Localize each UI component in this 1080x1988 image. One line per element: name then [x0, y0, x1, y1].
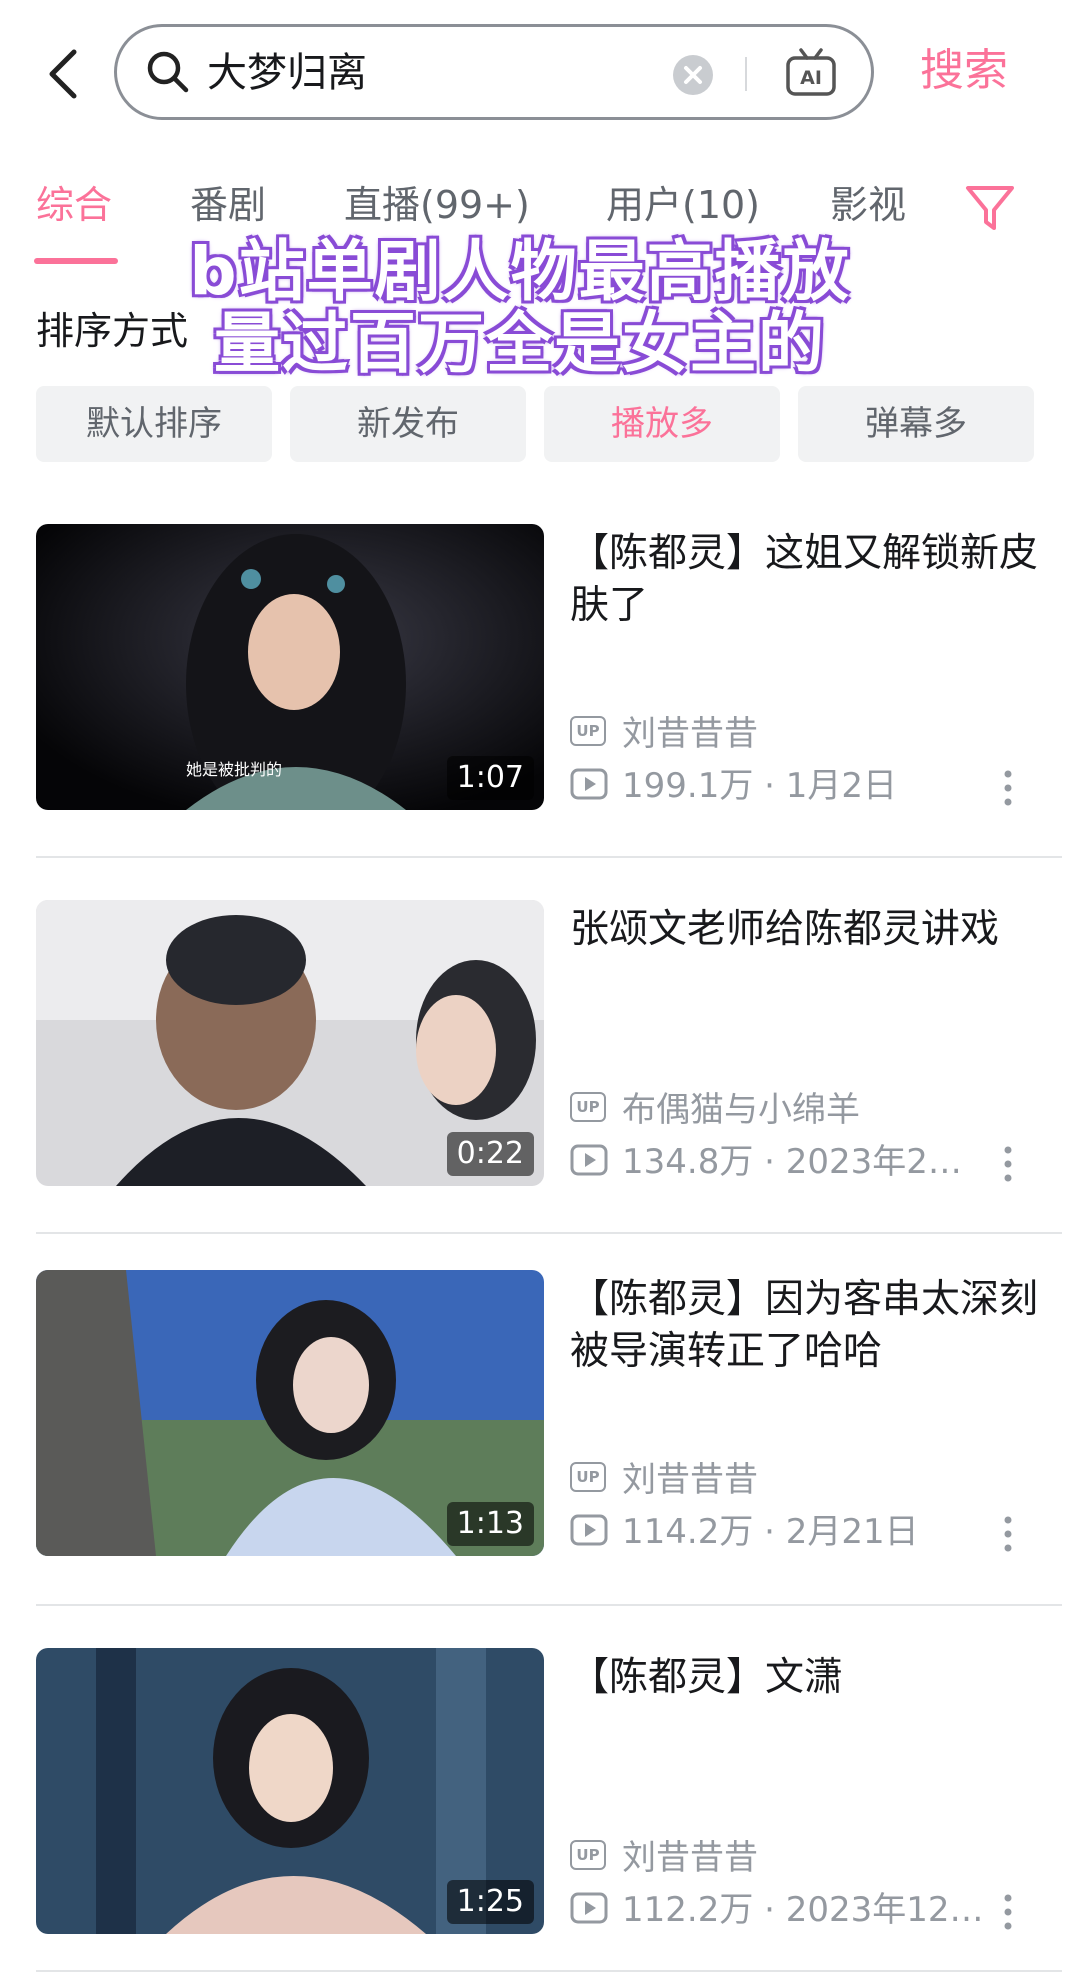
divider [745, 57, 747, 91]
sort-default-button[interactable]: 默认排序 [36, 386, 272, 462]
up-badge-icon: UP [570, 1092, 606, 1122]
back-button[interactable] [40, 46, 88, 102]
more-options-icon[interactable] [1004, 1144, 1012, 1184]
video-thumbnail[interactable]: 1:25 [36, 1648, 544, 1934]
play-count-icon [570, 1892, 608, 1924]
uploader-name[interactable]: 布偶猫与小绵羊 [622, 1088, 860, 1132]
more-options-icon[interactable] [1004, 768, 1012, 808]
clear-button[interactable] [673, 55, 713, 95]
view-count-date: 114.2万 · 2月21日 [622, 1512, 919, 1552]
video-title[interactable]: 张颂文老师给陈都灵讲戏 [570, 904, 1040, 956]
tab-users[interactable]: 用户(10) [606, 180, 760, 230]
view-count-date: 112.2万 · 2023年12… [622, 1890, 984, 1930]
video-card[interactable]: 0:22 张颂文老师给陈都灵讲戏 UP 布偶猫与小绵羊 134.8万 · 202… [0, 900, 1080, 1240]
filter-button[interactable] [962, 180, 1018, 236]
divider [36, 1604, 1062, 1606]
search-button[interactable]: 搜索 [920, 44, 1008, 98]
video-card[interactable]: 1:13 【陈都灵】因为客串太深刻被导演转正了哈哈 UP 刘昔昔昔 114.2万… [0, 1270, 1080, 1610]
duration-badge: 0:22 [446, 1132, 534, 1176]
tab-film[interactable]: 影视 [830, 180, 906, 230]
overlay-line-2: 量过百万全是女主的 [214, 305, 826, 382]
play-count-icon [570, 1514, 608, 1546]
duration-badge: 1:13 [446, 1502, 534, 1546]
search-icon [147, 51, 189, 93]
funnel-icon [966, 186, 1014, 230]
video-card[interactable]: 1:25 【陈都灵】文潇 UP 刘昔昔昔 112.2万 · 2023年12… [0, 1648, 1080, 1988]
uploader-name[interactable]: 刘昔昔昔 [622, 712, 758, 756]
video-thumbnail[interactable]: 1:13 [36, 1270, 544, 1556]
overlay-line-1: b站单剧人物最高播放 [189, 233, 851, 310]
sort-newest-button[interactable]: 新发布 [290, 386, 526, 462]
duration-badge: 1:25 [446, 1880, 534, 1924]
video-title[interactable]: 【陈都灵】这姐又解锁新皮肤了 [570, 528, 1040, 632]
video-thumbnail[interactable]: 0:22 [36, 900, 544, 1186]
video-card[interactable]: 她是被批判的 1:07 【陈都灵】这姐又解锁新皮肤了 UP 刘昔昔昔 199.1… [0, 524, 1080, 864]
divider [36, 1232, 1062, 1234]
view-count-date: 134.8万 · 2023年2… [622, 1142, 962, 1182]
duration-badge: 1:07 [446, 756, 534, 800]
uploader-name[interactable]: 刘昔昔昔 [622, 1458, 758, 1502]
sort-most-played-button[interactable]: 播放多 [544, 386, 780, 462]
video-thumbnail[interactable]: 她是被批判的 1:07 [36, 524, 544, 810]
ai-tv-icon: AI [786, 48, 836, 96]
up-badge-icon: UP [570, 716, 606, 746]
search-box[interactable]: 大梦归离 AI [114, 24, 874, 120]
video-title[interactable]: 【陈都灵】因为客串太深刻被导演转正了哈哈 [570, 1274, 1040, 1378]
tab-anime[interactable]: 番剧 [190, 180, 266, 230]
play-count-icon [570, 1144, 608, 1176]
view-count-date: 199.1万 · 1月2日 [622, 766, 898, 806]
chevron-left-icon [49, 49, 77, 99]
search-input[interactable]: 大梦归离 [207, 49, 367, 97]
tab-indicator [34, 258, 118, 264]
video-title[interactable]: 【陈都灵】文潇 [570, 1652, 1040, 1704]
close-icon [684, 66, 702, 84]
more-options-icon[interactable] [1004, 1892, 1012, 1932]
uploader-name[interactable]: 刘昔昔昔 [622, 1836, 758, 1880]
more-options-icon[interactable] [1004, 1514, 1012, 1554]
ai-assistant-button[interactable]: AI [785, 47, 837, 97]
sort-label: 排序方式 [36, 309, 189, 353]
thumbnail-subtitle: 她是被批判的 [186, 760, 283, 779]
tab-live[interactable]: 直播(99+) [344, 180, 530, 230]
overlay-caption: b站单剧人物最高播放 量过百万全是女主的 [150, 236, 890, 380]
up-badge-icon: UP [570, 1462, 606, 1492]
sort-most-danmaku-button[interactable]: 弹幕多 [798, 386, 1034, 462]
play-count-icon [570, 768, 608, 800]
ai-label: AI [800, 67, 822, 89]
up-badge-icon: UP [570, 1840, 606, 1870]
tab-all[interactable]: 综合 [36, 180, 112, 230]
divider [36, 856, 1062, 858]
divider [36, 1970, 1062, 1972]
